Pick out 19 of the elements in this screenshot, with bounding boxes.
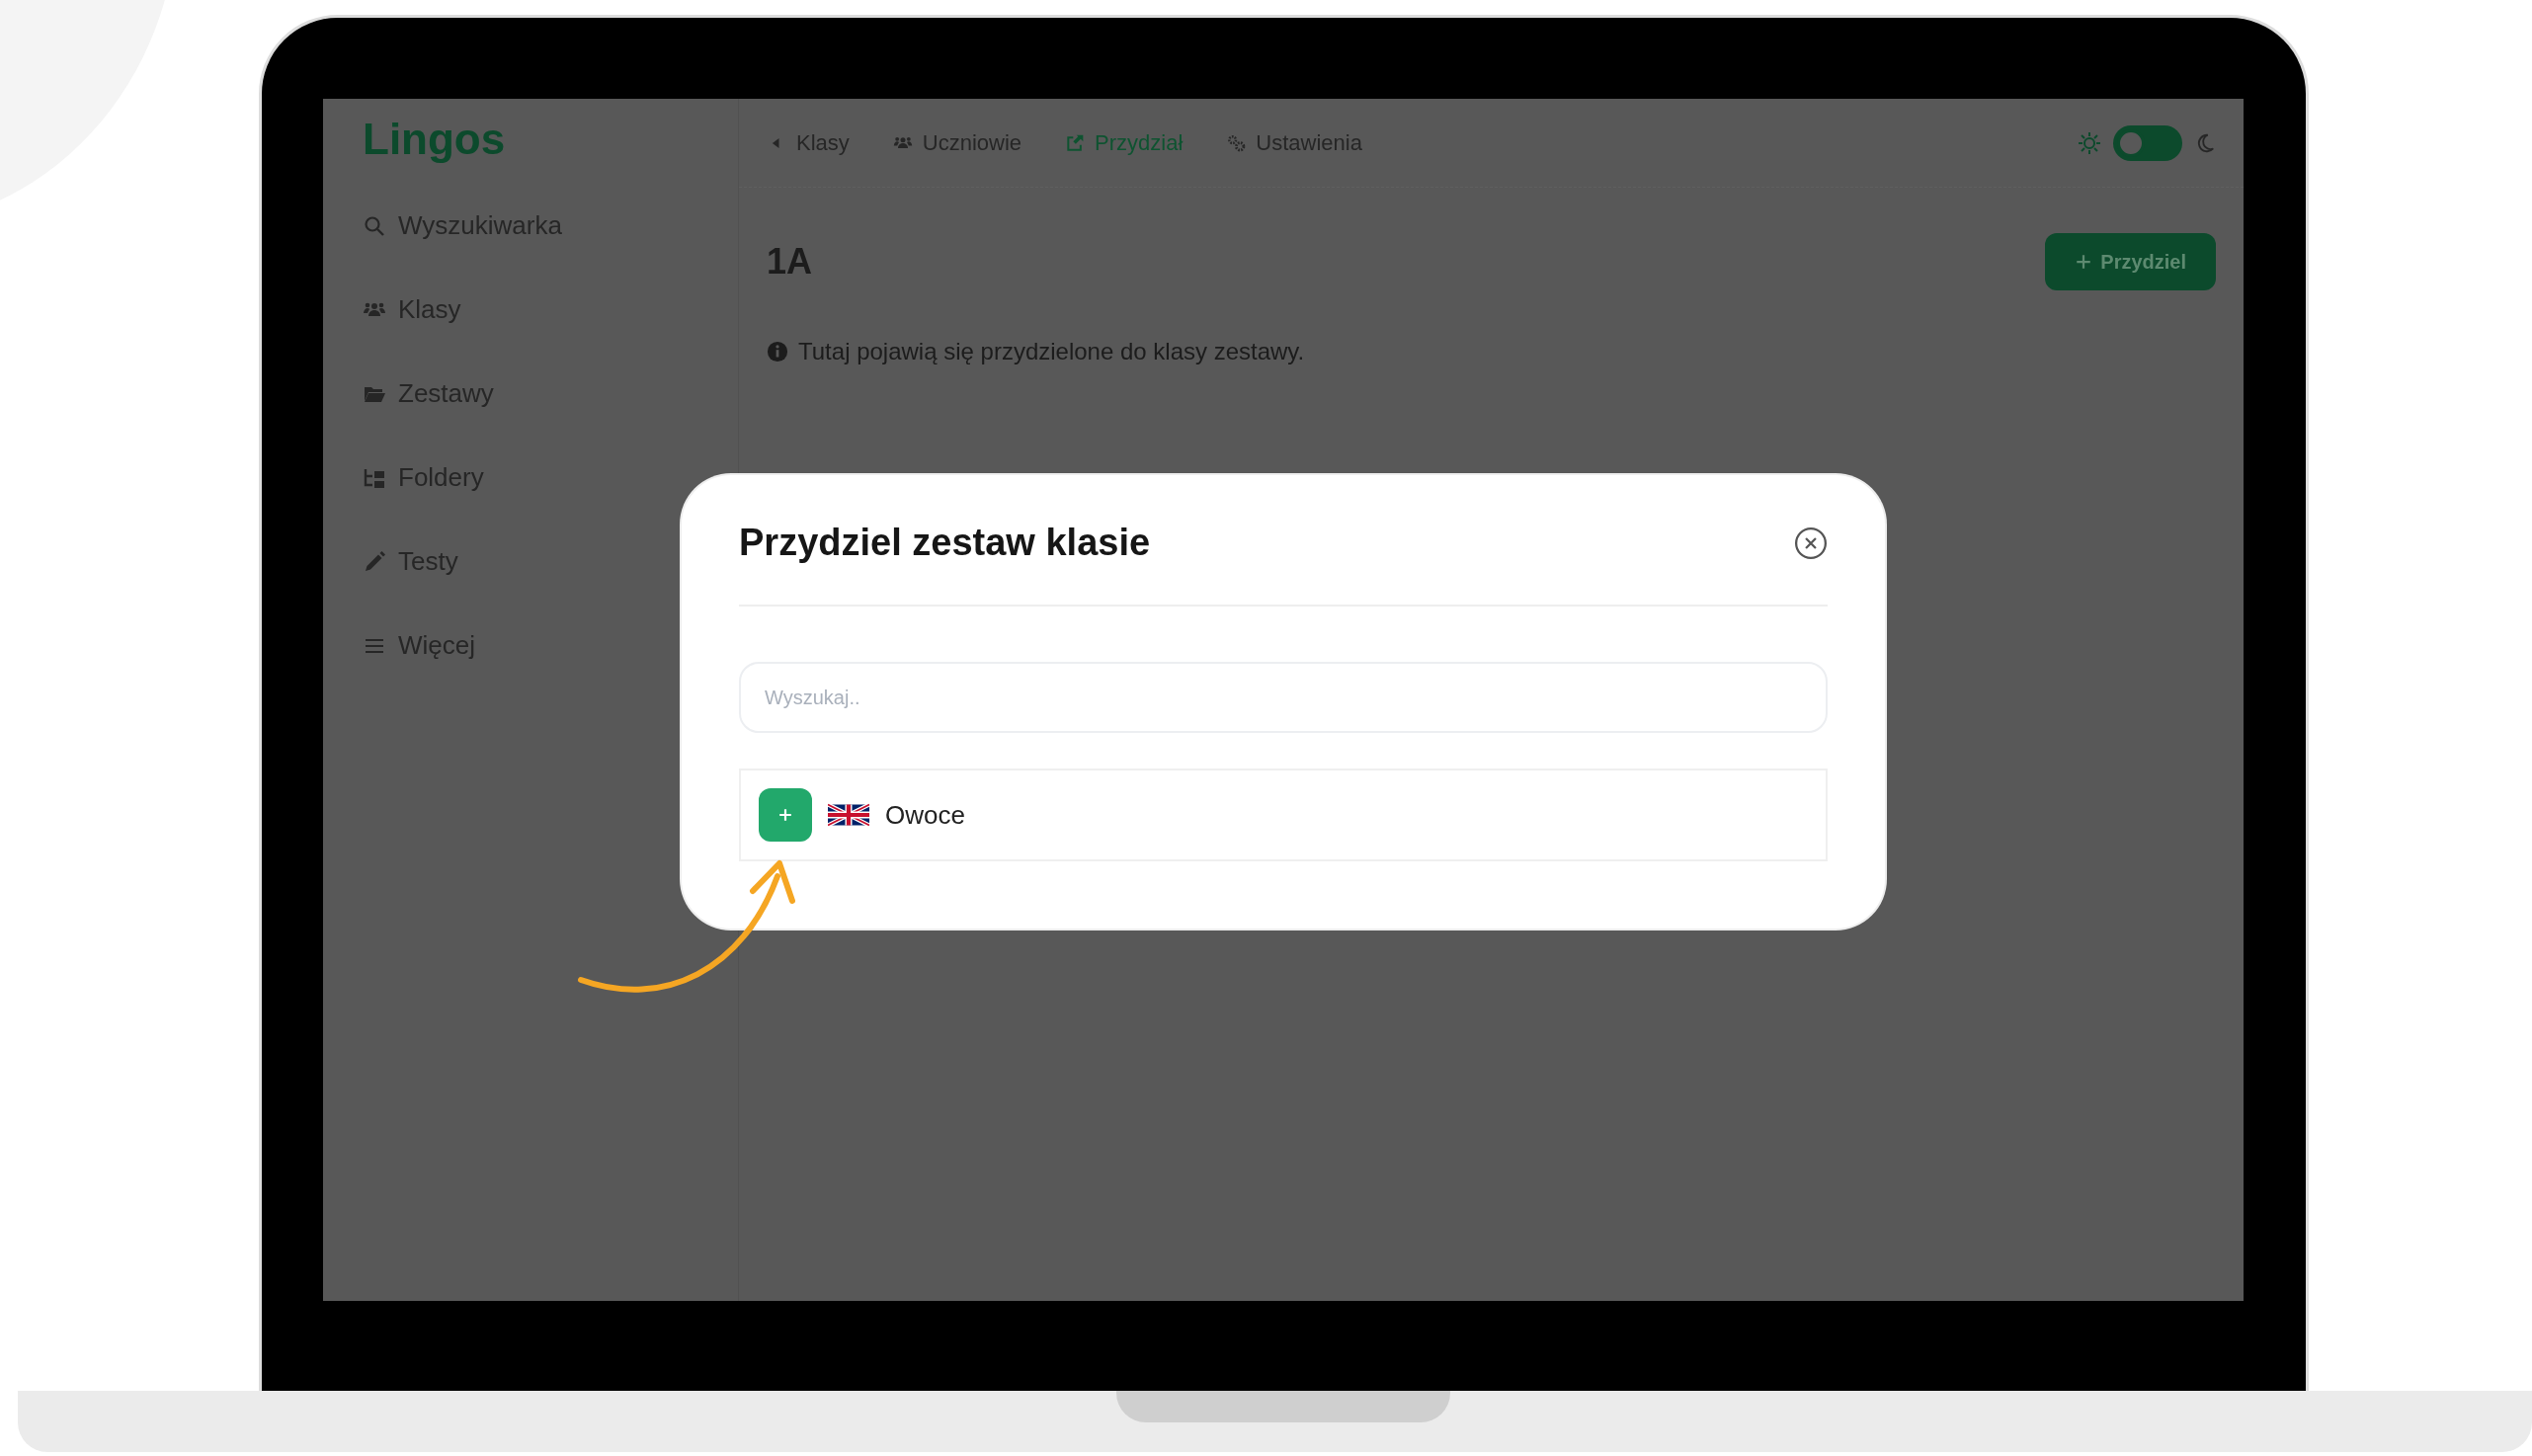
nav-tab[interactable]: Przydział xyxy=(1065,126,1184,159)
set-name: Owoce xyxy=(885,798,965,832)
add-button[interactable] xyxy=(759,788,812,842)
page-title: 1A xyxy=(767,240,813,283)
search-field[interactable]: Wyszukaj.. xyxy=(739,662,1828,733)
info-text: Tutaj pojawią się przydzielone do klasy zestawy. xyxy=(798,337,1305,366)
share-icon xyxy=(1065,132,1086,153)
search-icon xyxy=(363,213,386,238)
assign-button[interactable]: Przydziel xyxy=(2045,233,2216,290)
plus-icon xyxy=(2075,253,2093,271)
modal-title: Przydziel zestaw klasie xyxy=(739,521,1151,565)
pencil-icon xyxy=(363,549,386,574)
sun-icon xyxy=(2078,130,2101,155)
info-icon xyxy=(767,341,788,363)
gears-icon xyxy=(1226,132,1247,153)
theme-toggle[interactable] xyxy=(2113,124,2182,161)
logo[interactable]: Lingos xyxy=(363,107,738,172)
close-button[interactable] xyxy=(1794,526,1828,560)
flag-icon xyxy=(828,801,869,829)
